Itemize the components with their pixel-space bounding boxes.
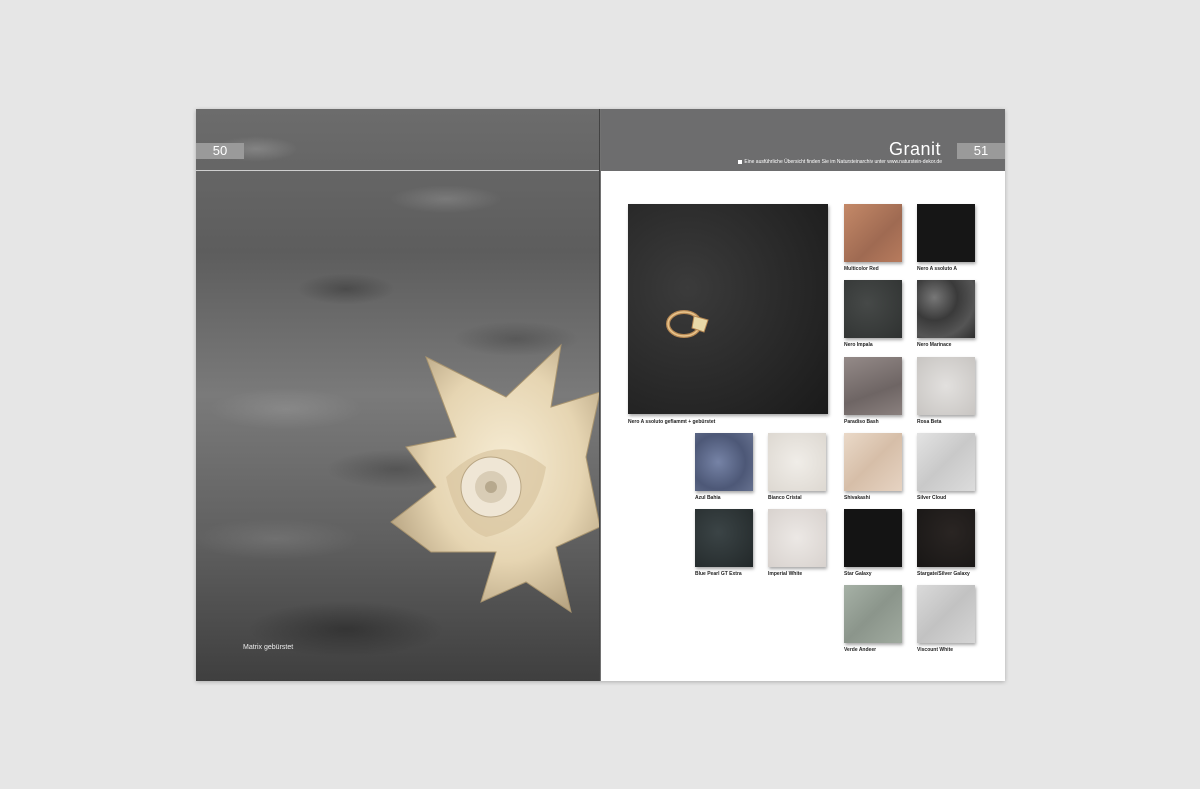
swatch-label: Nero A ssoluto A	[917, 266, 958, 272]
ring-illustration	[666, 310, 709, 338]
swatch-label: Star Galaxy	[844, 571, 872, 577]
page-number-left: 50	[196, 143, 244, 159]
page-number-right: 51	[957, 143, 1005, 159]
swatch-label: Nero Impala	[844, 342, 873, 348]
swatch-multicolor-red	[844, 204, 902, 262]
page-header: Granit Eine ausführliche Übersicht finde…	[600, 109, 1005, 171]
swatch-rosa-beta	[917, 357, 975, 415]
swatch-stargate	[917, 509, 975, 567]
swatch-nero-marinace	[917, 280, 975, 338]
hero-caption: Nero A ssoluto geflammt + gebürstet	[628, 419, 716, 425]
swatch-bianco-cristal	[768, 433, 826, 491]
brochure-spread: 50 Matrix gebürstet Granit Eine ausführl…	[196, 109, 1005, 681]
swatch-label: Blue Pearl GT Extra	[695, 571, 742, 577]
swatch-label: Nero Marinace	[917, 342, 952, 348]
swatch-silver-cloud	[917, 433, 975, 491]
photo-caption: Matrix gebürstet	[243, 644, 294, 651]
swatch-label: Verde Andeer	[844, 647, 877, 653]
header-rule	[196, 170, 600, 171]
seashell-illustration	[390, 343, 600, 614]
swatch-verde-andeer	[844, 585, 902, 643]
left-page: 50 Matrix gebürstet	[196, 109, 600, 681]
swatch-nero-impala	[844, 280, 902, 338]
swatch-label: Bianco Cristal	[768, 495, 802, 501]
swatch-label: Paradiso Bash	[844, 419, 879, 425]
archive-note: Eine ausführliche Übersicht finden Sie i…	[738, 159, 942, 165]
bullet-square-icon	[738, 159, 743, 164]
swatch-star-galaxy	[844, 509, 902, 567]
swatch-label: Stargate/Silver Galaxy	[917, 571, 970, 577]
hero-photo	[628, 204, 828, 414]
swatch-label: Azul Bahia	[695, 495, 721, 501]
right-page: Granit Eine ausführliche Übersicht finde…	[600, 109, 1005, 681]
swatch-blue-pearl	[695, 509, 753, 567]
swatch-label: Shivakashi	[844, 495, 871, 501]
swatch-label: Viscount White	[917, 647, 954, 653]
swatch-shivakashi	[844, 433, 902, 491]
swatch-label: Imperial White	[768, 571, 803, 577]
swatch-label: Silver Cloud	[917, 495, 947, 501]
swatch-label: Rosa Beta	[917, 419, 942, 425]
swatch-nero-assoluto	[917, 204, 975, 262]
archive-note-text: Eine ausführliche Übersicht finden Sie i…	[744, 159, 942, 165]
swatch-label: Multicolor Red	[844, 266, 879, 272]
swatch-paradiso-bash	[844, 357, 902, 415]
swatch-viscount-white	[917, 585, 975, 643]
book-spine	[599, 109, 601, 681]
swatch-imperial-white	[768, 509, 826, 567]
swatch-azul-bahia	[695, 433, 753, 491]
page-title: Granit	[888, 139, 941, 159]
